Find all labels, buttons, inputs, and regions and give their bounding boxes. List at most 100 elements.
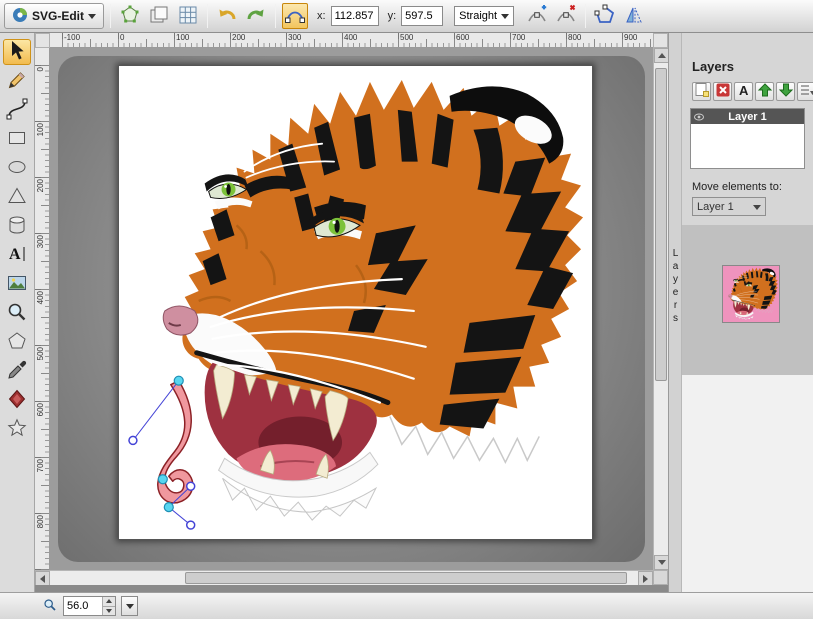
zoom-preset-dropdown[interactable] bbox=[121, 596, 138, 616]
shape-library-tool[interactable] bbox=[3, 213, 31, 239]
delete-layer-button[interactable] bbox=[713, 82, 732, 101]
clone-button[interactable] bbox=[146, 3, 172, 29]
toolbar-separator bbox=[585, 4, 586, 28]
tiger-artwork[interactable] bbox=[163, 80, 583, 520]
scroll-up-button[interactable] bbox=[654, 48, 669, 63]
ruler-x-label: 100 bbox=[176, 33, 189, 42]
layer-list-empty-area[interactable] bbox=[691, 124, 804, 168]
ruler-y-tick bbox=[35, 65, 49, 66]
vertical-scrollbar[interactable] bbox=[653, 48, 668, 570]
path-tool[interactable] bbox=[3, 97, 31, 123]
zoom-input[interactable] bbox=[64, 597, 102, 615]
ruler-y-label: 600 bbox=[36, 403, 45, 416]
pencil-tool[interactable] bbox=[3, 68, 31, 94]
horizontal-scrollbar[interactable] bbox=[35, 570, 653, 585]
flip-path-button[interactable] bbox=[621, 3, 647, 29]
ruler-x-tick bbox=[454, 33, 455, 47]
move-target-layer-select[interactable]: Layer 1 bbox=[692, 197, 766, 216]
ruler-x-label: -100 bbox=[64, 33, 80, 42]
select-tool[interactable] bbox=[3, 39, 31, 65]
layer-row-current[interactable]: Layer 1 bbox=[691, 109, 804, 124]
vertical-scroll-thumb[interactable] bbox=[655, 68, 667, 381]
undo-arrow-icon bbox=[215, 3, 239, 30]
link-control-points-button[interactable] bbox=[282, 3, 308, 29]
new-layer-button[interactable] bbox=[692, 82, 711, 101]
bezier-handle[interactable] bbox=[187, 482, 195, 490]
layers-tab-vertical[interactable]: Layers bbox=[670, 248, 681, 326]
layer-list: Layer 1 bbox=[690, 108, 805, 169]
svg-text:A: A bbox=[739, 83, 749, 98]
ruler-x: -10001002003004005006007008009001000 bbox=[50, 33, 653, 48]
open-path-button[interactable] bbox=[592, 3, 618, 29]
path-node[interactable] bbox=[164, 503, 173, 512]
ruler-y-label: 300 bbox=[36, 235, 45, 248]
grid-button[interactable] bbox=[175, 3, 201, 29]
undo-button[interactable] bbox=[214, 3, 240, 29]
add-node-icon bbox=[525, 3, 549, 30]
edit-shape-button[interactable] bbox=[117, 3, 143, 29]
x-coordinate-input[interactable] bbox=[331, 6, 379, 26]
layer-thumbnail[interactable] bbox=[722, 265, 780, 323]
main-menu-button[interactable]: SVG-Edit bbox=[4, 3, 104, 29]
ruler-y-tick bbox=[35, 401, 49, 402]
ruler-x-label: 600 bbox=[456, 33, 469, 42]
horizontal-scroll-thumb[interactable] bbox=[185, 572, 627, 584]
status-bar bbox=[0, 592, 813, 619]
diamond-tool[interactable] bbox=[3, 387, 31, 413]
up-arrow-icon bbox=[106, 599, 112, 603]
segment-type-select[interactable]: Straight bbox=[454, 6, 514, 26]
bezier-handle[interactable] bbox=[129, 436, 137, 444]
pentagon-tool[interactable] bbox=[3, 329, 31, 355]
add-node-button[interactable] bbox=[524, 3, 550, 29]
ruler-x-tick bbox=[62, 33, 63, 47]
ruler-y-tick bbox=[35, 457, 49, 458]
layer-visibility-icon[interactable] bbox=[694, 112, 704, 124]
zoom-increase-button[interactable] bbox=[103, 597, 115, 606]
zoom-tool[interactable] bbox=[3, 300, 31, 326]
raise-layer-button[interactable] bbox=[755, 82, 774, 101]
scroll-down-button[interactable] bbox=[654, 555, 669, 570]
star-tool[interactable] bbox=[3, 416, 31, 442]
layer-menu-button[interactable] bbox=[797, 82, 813, 101]
path-node[interactable] bbox=[174, 376, 183, 385]
scroll-left-button[interactable] bbox=[35, 571, 50, 586]
lower-layer-button[interactable] bbox=[776, 82, 795, 101]
down-arrow-icon bbox=[106, 609, 112, 613]
rect-tool[interactable] bbox=[3, 126, 31, 152]
image-tool[interactable] bbox=[3, 271, 31, 297]
ruler-y-tick bbox=[35, 513, 49, 514]
path-node[interactable] bbox=[158, 475, 167, 484]
delete-node-button[interactable] bbox=[553, 3, 579, 29]
ruler-y-label: 100 bbox=[36, 123, 45, 136]
eyedropper-tool[interactable] bbox=[3, 358, 31, 384]
redo-button[interactable] bbox=[243, 3, 269, 29]
tool-palette: A bbox=[0, 33, 35, 592]
y-coordinate-input[interactable] bbox=[401, 6, 443, 26]
canvas-region: -10001002003004005006007008009001000 0 10… bbox=[35, 33, 668, 592]
polygon-tool[interactable] bbox=[3, 184, 31, 210]
pencil-icon bbox=[5, 68, 29, 95]
ruler-y-label: 800 bbox=[36, 515, 45, 528]
ruler-x-tick bbox=[174, 33, 175, 47]
flip-path-icon bbox=[622, 3, 646, 30]
diamond-icon bbox=[5, 387, 29, 414]
eyedropper-icon bbox=[5, 358, 29, 385]
canvas[interactable] bbox=[118, 65, 593, 540]
bezier-handle[interactable] bbox=[187, 521, 195, 529]
y-coordinate-label: y: bbox=[388, 10, 397, 22]
workarea[interactable] bbox=[50, 48, 653, 570]
zoom-decrease-button[interactable] bbox=[103, 606, 115, 616]
rename-layer-button[interactable]: A bbox=[734, 82, 753, 101]
side-panel-handle[interactable]: Layers bbox=[668, 33, 681, 592]
chevron-down-icon bbox=[88, 14, 96, 19]
toolbar-separator bbox=[110, 4, 111, 28]
chevron-down-icon bbox=[126, 604, 134, 609]
text-tool[interactable]: A bbox=[3, 242, 31, 268]
ruler-y-label: 400 bbox=[36, 291, 45, 304]
layer-buttons: A bbox=[692, 82, 813, 101]
ellipse-tool[interactable] bbox=[3, 155, 31, 181]
ruler-y-tick bbox=[35, 345, 49, 346]
ruler-y-label: 0 bbox=[36, 67, 45, 71]
ruler-x-tick bbox=[510, 33, 511, 47]
scroll-right-button[interactable] bbox=[638, 571, 653, 586]
